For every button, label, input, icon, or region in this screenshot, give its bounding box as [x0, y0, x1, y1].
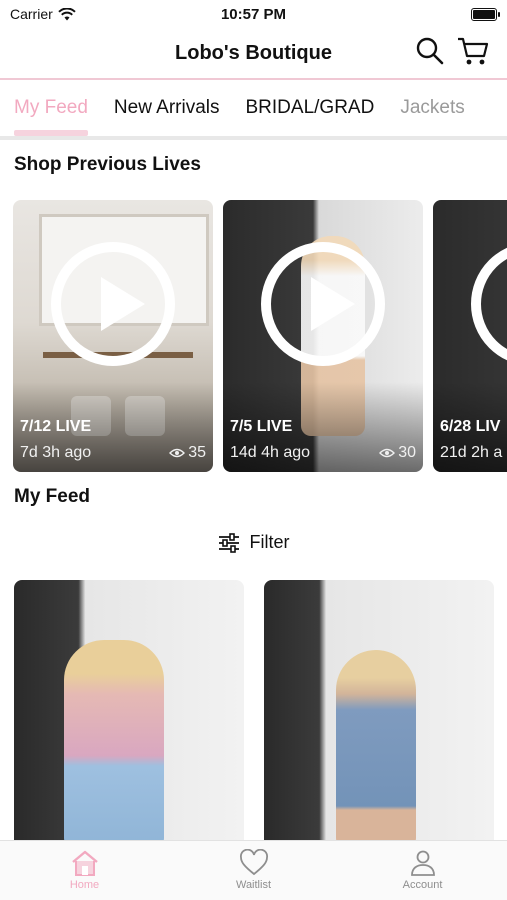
- live-card[interactable]: 6/28 LIV 21d 2h a: [433, 200, 507, 472]
- live-time-ago: 21d 2h a: [440, 444, 503, 461]
- nav-home[interactable]: Home: [0, 841, 169, 900]
- product-card[interactable]: [264, 580, 494, 842]
- product-image: [64, 640, 164, 842]
- live-date-label: 7/12 LIVE: [20, 418, 92, 435]
- page-title: Lobo's Boutique: [175, 41, 332, 64]
- nav-waitlist[interactable]: Waitlist: [169, 841, 338, 900]
- previous-lives-carousel[interactable]: 7/12 LIVE 7d 3h ago 35 7/5 LIVE 14d 4h a…: [13, 200, 507, 472]
- status-bar: Carrier 10:57 PM: [0, 0, 507, 28]
- live-date-label: 7/5 LIVE: [230, 418, 293, 435]
- filter-button[interactable]: Filter: [0, 532, 507, 553]
- nav-account[interactable]: Account: [338, 841, 507, 900]
- cart-icon[interactable]: [457, 36, 489, 66]
- tab-new-arrivals[interactable]: New Arrivals: [114, 80, 220, 136]
- product-image: [336, 650, 416, 842]
- live-date-label: 6/28 LIV: [440, 418, 501, 435]
- play-icon[interactable]: [471, 242, 507, 366]
- status-time: 10:57 PM: [220, 5, 287, 23]
- views-count: 30: [398, 444, 416, 461]
- filter-label: Filter: [249, 532, 290, 552]
- nav-account-label: Account: [402, 879, 443, 891]
- live-views: 35: [169, 444, 206, 462]
- views-count: 35: [188, 444, 206, 461]
- header-actions: [415, 36, 489, 66]
- eye-icon: [169, 448, 186, 458]
- heart-icon: [239, 849, 268, 876]
- app-header: Lobo's Boutique: [0, 28, 507, 78]
- live-time-ago: 7d 3h ago: [20, 444, 92, 461]
- tab-my-feed[interactable]: My Feed: [14, 80, 88, 136]
- live-card[interactable]: 7/5 LIVE 14d 4h ago 30: [223, 200, 423, 472]
- search-icon[interactable]: [415, 36, 445, 66]
- play-icon[interactable]: [51, 242, 175, 366]
- live-views: 30: [379, 444, 416, 462]
- home-icon: [71, 850, 98, 876]
- tab-bridal-grad[interactable]: BRIDAL/GRAD: [246, 80, 375, 136]
- my-feed-title: My Feed: [14, 486, 91, 507]
- bottom-nav: Home Waitlist Account: [0, 840, 507, 900]
- nav-waitlist-label: Waitlist: [235, 879, 272, 891]
- live-card[interactable]: 7/12 LIVE 7d 3h ago 35: [13, 200, 213, 472]
- sliders-icon: [218, 532, 239, 553]
- eye-icon: [379, 448, 396, 458]
- tab-jackets[interactable]: Jackets: [400, 80, 464, 136]
- product-card[interactable]: [14, 580, 244, 842]
- feed-grid: [14, 580, 494, 842]
- user-icon: [410, 850, 435, 876]
- battery-icon: [471, 7, 500, 21]
- live-time-ago: 14d 4h ago: [230, 444, 311, 461]
- tabs-divider: [0, 136, 507, 140]
- play-icon[interactable]: [261, 242, 385, 366]
- previous-lives-title: Shop Previous Lives: [14, 154, 201, 175]
- nav-home-label: Home: [69, 879, 100, 891]
- category-tabs: My Feed New Arrivals BRIDAL/GRAD Jackets: [0, 80, 507, 136]
